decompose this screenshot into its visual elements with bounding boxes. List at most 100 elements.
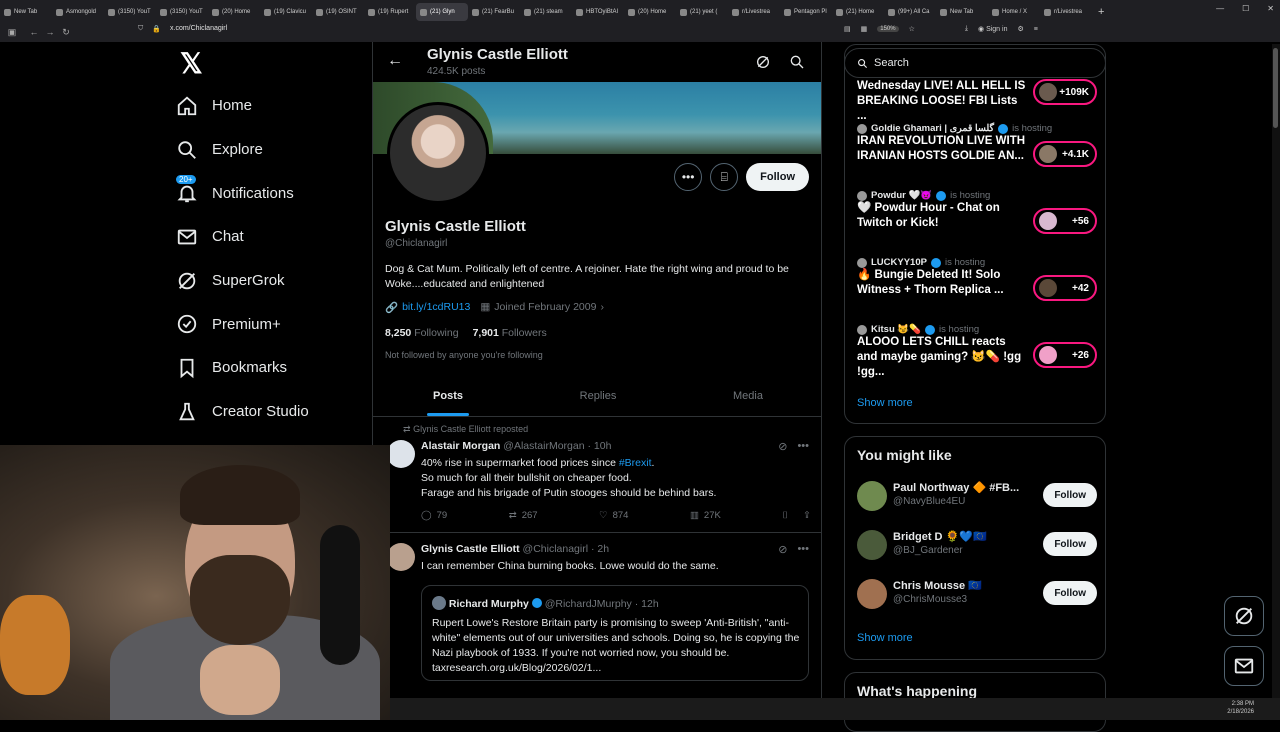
- sidebar-toggle-icon[interactable]: ▣: [4, 27, 20, 38]
- suggestion-row[interactable]: Paul Northway 🔶 #FB... @NavyBlue4EU Follow: [857, 479, 1097, 515]
- tweet-time[interactable]: · 10h: [587, 440, 611, 452]
- reply-button[interactable]: ◯ 79: [421, 510, 447, 521]
- follow-button[interactable]: Follow: [1043, 581, 1097, 605]
- browser-tab[interactable]: (3150) YouT: [104, 3, 156, 21]
- browser-tab[interactable]: (3150) YouT: [156, 3, 208, 21]
- suggestion-name[interactable]: Chris Mousse 🇪🇺: [893, 579, 982, 592]
- browser-tab[interactable]: (21) Glyn: [416, 3, 468, 21]
- nav-item-chat[interactable]: Chat: [176, 215, 366, 259]
- shield-icon[interactable]: ⛉: [138, 25, 143, 33]
- nav-item-premium[interactable]: Premium+: [176, 302, 366, 346]
- tweet-author-name[interactable]: Alastair Morgan: [421, 440, 500, 452]
- follow-button[interactable]: Follow: [1043, 483, 1097, 507]
- bookmark-icon[interactable]: ⌷: [782, 510, 788, 521]
- reader-icon[interactable]: ▤: [844, 25, 851, 33]
- reload-icon[interactable]: ↻: [58, 27, 74, 38]
- download-icon[interactable]: ⤓: [965, 25, 968, 33]
- grok-icon[interactable]: ⊘: [778, 440, 787, 453]
- quote-author-name[interactable]: Richard Murphy: [449, 598, 529, 610]
- nav-item-bookmarks[interactable]: Bookmarks: [176, 346, 366, 390]
- forward-icon[interactable]: →: [42, 27, 58, 37]
- listener-count-pill[interactable]: +109K: [1033, 79, 1097, 105]
- suggestion-name[interactable]: Bridget D 🌻💙🇪🇺: [893, 530, 987, 543]
- follow-button[interactable]: Follow: [746, 163, 809, 191]
- search-icon[interactable]: [789, 54, 805, 70]
- browser-tab[interactable]: (99+) All Ca: [884, 3, 936, 21]
- browser-tab[interactable]: (20) Home: [208, 3, 260, 21]
- tweet-author-handle[interactable]: @AlastairMorgan: [503, 440, 584, 452]
- more-icon[interactable]: •••: [797, 543, 809, 556]
- quote-avatar[interactable]: [432, 596, 446, 610]
- browser-tab[interactable]: (21) Home: [832, 3, 884, 21]
- repost-button[interactable]: ⇄ 267: [509, 510, 538, 521]
- repost-label[interactable]: Glynis Castle Elliott reposted: [413, 424, 528, 434]
- messages-fab[interactable]: [1224, 646, 1264, 686]
- nav-item-supergrok[interactable]: SuperGrok: [176, 259, 366, 303]
- tab-replies[interactable]: Replies: [523, 377, 673, 416]
- system-clock[interactable]: 2:38 PM 2/18/2026: [1227, 700, 1254, 716]
- quote-author-handle[interactable]: @RichardJMurphy: [545, 598, 632, 610]
- tab-posts[interactable]: Posts: [373, 377, 523, 416]
- search-box[interactable]: Search: [844, 48, 1106, 78]
- live-space-item[interactable]: Goldie Ghamari | گلسا قمری is hosting IRAN…: [857, 123, 1097, 167]
- tweet-time[interactable]: · 2h: [591, 543, 609, 555]
- share-icon[interactable]: ⇪: [803, 510, 811, 521]
- zoom-level[interactable]: 150%: [877, 26, 899, 32]
- views-button[interactable]: ▥ 27K: [690, 510, 721, 521]
- nav-item-explore[interactable]: Explore: [176, 128, 366, 172]
- suggestion-avatar[interactable]: [857, 481, 887, 511]
- browser-tab[interactable]: (19) Rupert: [364, 3, 416, 21]
- listener-count-pill[interactable]: +26: [1033, 342, 1097, 368]
- browser-tab[interactable]: (21) FearBu: [468, 3, 520, 21]
- nav-item-notifications[interactable]: 20+ Notifications: [176, 171, 366, 215]
- follow-button[interactable]: Follow: [1043, 532, 1097, 556]
- tweet[interactable]: Glynis Castle Elliott @Chiclanagirl · 2h…: [373, 533, 821, 720]
- hashtag-link[interactable]: #Brexit: [619, 457, 652, 469]
- x-logo-icon[interactable]: 𝕏: [180, 44, 366, 84]
- grok-icon[interactable]: ⊘: [778, 543, 787, 556]
- like-button[interactable]: ♡ 874: [599, 510, 628, 521]
- back-icon[interactable]: ←: [26, 27, 42, 37]
- live-space-item[interactable]: Powdur 🤍😈 is hosting 🤍 Powdur Hour - Chat …: [857, 190, 1097, 234]
- grok-icon[interactable]: [755, 54, 771, 70]
- signin-button[interactable]: ◉ Sign in: [978, 25, 1007, 33]
- profile-avatar[interactable]: [387, 102, 489, 204]
- scrollbar-thumb[interactable]: [1273, 48, 1278, 128]
- nav-item-home[interactable]: Home: [176, 84, 366, 128]
- screenshot-icon[interactable]: ▦: [861, 25, 868, 33]
- profile-link[interactable]: bit.ly/1cdRU13: [402, 301, 470, 314]
- following-link[interactable]: 8,250 Following: [385, 327, 459, 339]
- browser-tab[interactable]: (19) OSINT: [312, 3, 364, 21]
- suggestion-row[interactable]: Bridget D 🌻💙🇪🇺 @BJ_Gardener Follow: [857, 528, 1097, 564]
- new-tab-icon[interactable]: +: [1098, 6, 1104, 18]
- browser-tab[interactable]: r/Livestrea: [728, 3, 780, 21]
- maximize-icon[interactable]: ☐: [1242, 4, 1249, 13]
- nav-item-creator-studio[interactable]: Creator Studio: [176, 390, 366, 434]
- live-space-item[interactable]: LUCKYY10P is hosting 🔥 Bungie Deleted It! …: [857, 257, 1097, 301]
- lock-icon[interactable]: 🔒: [152, 25, 161, 33]
- browser-tab[interactable]: Home / X: [988, 3, 1040, 21]
- browser-tab[interactable]: (21) yeet (: [676, 3, 728, 21]
- suggestion-avatar[interactable]: [857, 530, 887, 560]
- tweet-author-name[interactable]: Glynis Castle Elliott: [421, 543, 520, 555]
- browser-tab[interactable]: (21) steam: [520, 3, 572, 21]
- quoted-tweet[interactable]: Richard Murphy @RichardJMurphy · 12h Rup…: [421, 585, 809, 681]
- show-more-link[interactable]: Show more: [857, 397, 913, 409]
- menu-icon[interactable]: ≡: [1034, 26, 1038, 33]
- back-arrow-icon[interactable]: ←: [387, 52, 403, 70]
- tweet-author-handle[interactable]: @Chiclanagirl: [523, 543, 589, 555]
- listener-count-pill[interactable]: +56: [1033, 208, 1097, 234]
- star-icon[interactable]: ☆: [909, 25, 915, 33]
- browser-tab[interactable]: Pentagon Pl: [780, 3, 832, 21]
- browser-tab[interactable]: Asmongold: [52, 3, 104, 21]
- browser-tab[interactable]: r/Livestrea: [1040, 3, 1092, 21]
- minimize-icon[interactable]: —: [1216, 4, 1224, 13]
- tweet-avatar[interactable]: [387, 543, 415, 571]
- followers-link[interactable]: 7,901 Followers: [473, 327, 547, 339]
- tweet-avatar[interactable]: [387, 440, 415, 468]
- browser-tab[interactable]: New Tab: [0, 3, 52, 21]
- browser-tab[interactable]: HBTOyiBtAl: [572, 3, 624, 21]
- suggestion-row[interactable]: Chris Mousse 🇪🇺 @ChrisMousse3 Follow: [857, 577, 1097, 613]
- close-icon[interactable]: ✕: [1267, 4, 1274, 13]
- gift-icon[interactable]: ⌸: [710, 163, 739, 191]
